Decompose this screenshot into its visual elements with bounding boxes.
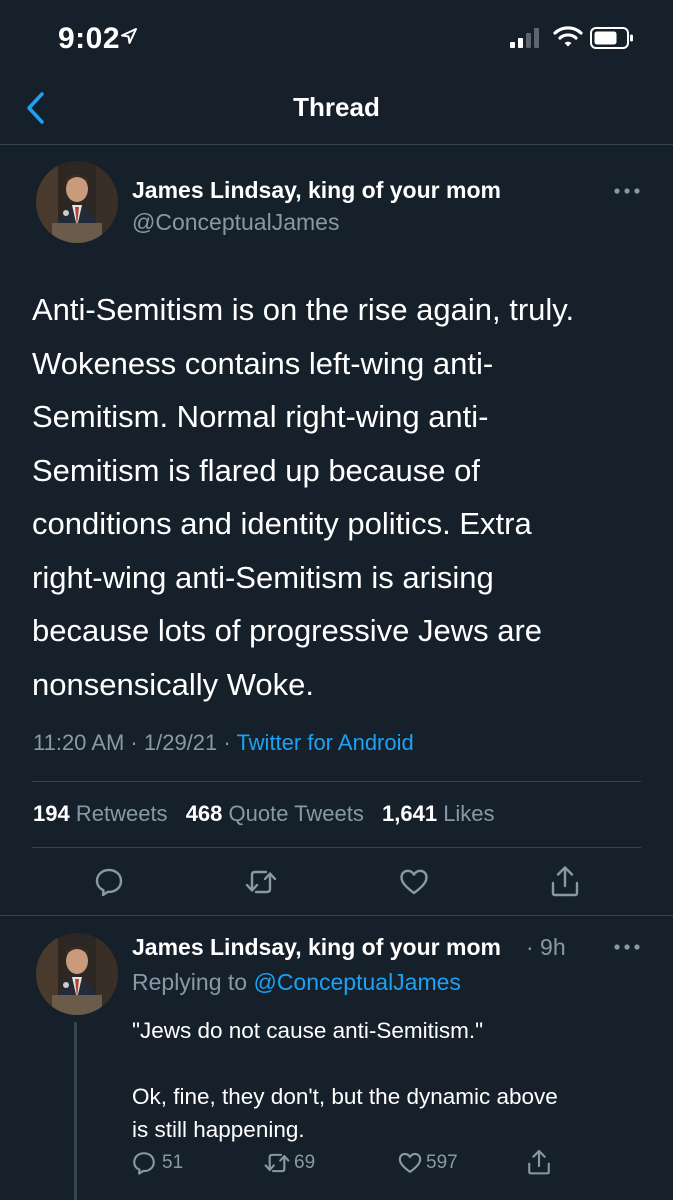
share-button[interactable] (549, 864, 581, 903)
location-arrow-icon (120, 27, 138, 50)
timestamp-text: 11:20 AM · 1/29/21 · (33, 730, 237, 755)
like-button[interactable] (396, 1150, 424, 1181)
status-bar: 9:02 (0, 0, 673, 72)
quote-tweets-stat[interactable]: 468 Quote Tweets (186, 801, 364, 826)
tweet-text: Anti-Semitism is on the rise again, trul… (32, 292, 575, 702)
author-handle[interactable]: @ConceptualJames (132, 209, 339, 236)
retweet-button[interactable] (244, 866, 278, 903)
tweet-source-link[interactable]: Twitter for Android (236, 730, 413, 755)
reply-count: 51 (162, 1152, 184, 1173)
speech-bubble-icon (95, 868, 123, 897)
author-name[interactable]: James Lindsay, king of your mom (132, 934, 501, 961)
retweet-arrows-icon (264, 1153, 290, 1173)
status-time: 9:02 (58, 22, 121, 55)
page-title: Thread (293, 92, 380, 122)
more-horizontal-icon (614, 188, 640, 194)
share-up-arrow-icon (528, 1149, 550, 1175)
battery-icon (590, 27, 634, 54)
replying-to: Replying to @ConceptualJames (132, 969, 461, 995)
tweet-stats: 194 Retweets 468 Quote Tweets 1,641 Like… (33, 801, 507, 827)
tweet-timestamp: 11:20 AM · 1/29/21 · Twitter for Android (33, 730, 414, 756)
like-button[interactable] (398, 866, 430, 903)
reply-button[interactable] (93, 866, 125, 903)
retweet-count: 69 (294, 1152, 316, 1173)
divider (32, 847, 641, 848)
more-horizontal-icon (614, 944, 640, 950)
likes-stat[interactable]: 1,641 Likes (382, 801, 495, 826)
thread-line (74, 1022, 77, 1200)
more-options-button[interactable] (612, 184, 642, 196)
more-options-button[interactable] (612, 940, 642, 952)
avatar[interactable] (36, 161, 118, 243)
heart-icon (398, 1152, 422, 1173)
avatar[interactable] (36, 933, 118, 1015)
heart-icon (400, 869, 428, 895)
cellular-signal-icon (510, 28, 544, 53)
wifi-icon (553, 24, 583, 53)
share-button[interactable] (526, 1148, 552, 1181)
retweet-button[interactable] (262, 1150, 292, 1181)
profile-photo (36, 161, 118, 243)
tweet-separator (0, 915, 673, 916)
share-up-arrow-icon (551, 866, 579, 897)
profile-photo (36, 933, 118, 1015)
divider (32, 781, 641, 782)
reply-text: "Jews do not cause anti-Semitism." Ok, f… (132, 1018, 558, 1142)
author-name[interactable]: James Lindsay, king of your mom (132, 177, 501, 204)
nav-bar: Thread (0, 72, 673, 145)
retweets-stat[interactable]: 194 Retweets (33, 801, 168, 826)
reply-button[interactable] (131, 1150, 157, 1181)
like-count: 597 (426, 1152, 458, 1173)
tweet-age: · 9h (526, 934, 566, 960)
retweet-arrows-icon (245, 870, 277, 894)
mention-link[interactable]: @ConceptualJames (253, 969, 460, 995)
speech-bubble-icon (133, 1152, 155, 1175)
